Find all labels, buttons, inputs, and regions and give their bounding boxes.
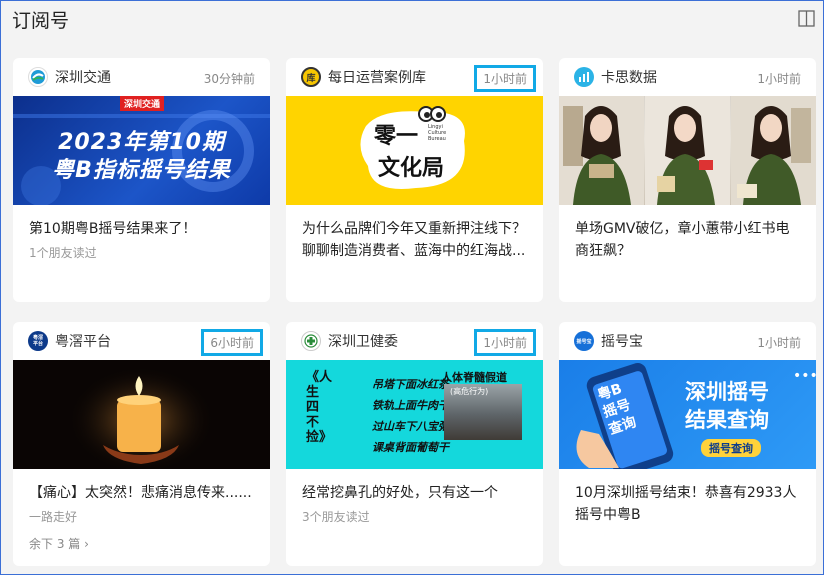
thumb-list-item: 铁轨上面牛肉干	[372, 399, 449, 412]
article-subtitle: 一路走好	[29, 510, 78, 524]
article-card[interactable]: 深圳卫健委 1小时前 《人生四不捡》 吊塔下面冰红茶 铁轨上面牛肉干 过山车下八…	[286, 322, 543, 566]
avatar-text: 粤滘平台	[32, 335, 43, 347]
health-commission-logo-icon	[304, 334, 318, 348]
account-info[interactable]: 摇号宝 摇号宝	[574, 331, 643, 351]
account-info[interactable]: 卡思数据	[574, 67, 657, 87]
article-card[interactable]: 卡思数据 1小时前 单场GMV破亿，章小蕙带小红书电商狂飙？	[559, 58, 816, 302]
thumb-list: 吊塔下面冰红茶 铁轨上面牛肉干 过山车下八宝粥 课桌背面葡萄干	[372, 374, 449, 458]
article-title[interactable]: 经常挖鼻孔的好处，只有这一个	[302, 482, 530, 504]
account-avatar	[574, 67, 594, 87]
article-thumbnail[interactable]: 深圳交通 2023年第10期 粤B指标摇号结果	[13, 96, 270, 205]
thumb-headline-2: 结果查询	[685, 408, 769, 432]
account-info[interactable]: 深圳交通	[28, 67, 111, 87]
thumb-logo-line1: 零一	[374, 124, 419, 149]
friends-read: 3个朋友读过	[302, 510, 370, 524]
article-thumbnail[interactable]: ••• 粤B摇号查询 深圳摇号 结果查询 摇号查询	[559, 360, 816, 469]
article-title[interactable]: 10月深圳摇号结束！恭喜有2933人摇号中粤B	[575, 482, 803, 526]
friends-read: 1个朋友读过	[29, 246, 97, 260]
article-card[interactable]: 粤滘平台 粤滘平台 6小时前 【痛心】太突然！悲痛消息传来...... 一路走好…	[13, 322, 270, 566]
svg-text:•••: •••	[793, 368, 816, 384]
avatar-text: 摇号宝	[576, 338, 592, 345]
thumb-list-item: 过山车下八宝粥	[372, 420, 449, 433]
account-avatar: 摇号宝	[574, 331, 594, 351]
thumb-side-sub: (高危行为)	[450, 387, 489, 396]
thumb-list-item: 课桌背面葡萄干	[372, 441, 449, 454]
account-avatar: 库	[301, 67, 321, 87]
post-time: 6小时前	[201, 329, 263, 356]
post-time: 30分钟前	[203, 72, 255, 86]
bar-chart-icon	[579, 72, 589, 82]
article-thumbnail[interactable]: 零一 文化局 Lingyi Culture Bureau	[286, 96, 543, 205]
candle-image	[66, 365, 216, 469]
post-time: 1小时前	[757, 336, 801, 350]
article-card[interactable]: 摇号宝 摇号宝 1小时前 ••• 粤B摇号查询 深圳摇号 结果查询 摇号查询 1…	[559, 322, 816, 566]
article-title[interactable]: 为什么品牌们今年又重新押注线下？聊聊制造消费者、蓝海中的红海战...	[302, 218, 530, 262]
thumb-side-title: 人体脊髓假道	[441, 371, 507, 384]
thumb-logo-line2: 文化局	[378, 156, 445, 181]
thumb-list-item: 吊塔下面冰红茶	[372, 378, 449, 391]
post-time: 1小时前	[474, 65, 536, 92]
article-thumbnail[interactable]: 《人生四不捡》 吊塔下面冰红茶 铁轨上面牛肉干 过山车下八宝粥 课桌背面葡萄干 …	[286, 360, 543, 469]
thumb-banner: 深圳交通	[120, 96, 165, 111]
thumb-headline-1: 深圳摇号	[685, 380, 769, 404]
article-card[interactable]: 库 每日运营案例库 1小时前 零一 文化局 Lingyi Culture Bur…	[286, 58, 543, 302]
thumb-headline-2: 粤B指标摇号结果	[52, 158, 231, 183]
account-info[interactable]: 粤滘平台 粤滘平台	[28, 331, 111, 351]
thumb-query-button: 摇号查询	[701, 439, 761, 457]
account-avatar	[28, 67, 48, 87]
account-name: 深圳交通	[55, 70, 111, 86]
account-name: 摇号宝	[601, 334, 643, 350]
thumb-vertical-title: 《人生四不捡》	[306, 370, 333, 445]
account-name: 粤滘平台	[55, 334, 111, 350]
article-card[interactable]: 深圳交通 30分钟前 深圳交通 2023年第10期 粤B指标摇号结果 第10期粤…	[13, 58, 270, 302]
article-title[interactable]: 【痛心】太突然！悲痛消息传来......	[29, 482, 257, 504]
account-name: 卡思数据	[601, 70, 657, 86]
livestream-collage-image	[559, 96, 816, 205]
account-avatar: 粤滘平台	[28, 331, 48, 351]
post-time: 1小时前	[757, 72, 801, 86]
sidebar-toggle-icon[interactable]	[798, 10, 815, 27]
panel-title: 订阅号	[12, 10, 70, 32]
article-title[interactable]: 单场GMV破亿，章小蕙带小红书电商狂飙？	[575, 218, 803, 262]
article-title[interactable]: 第10期粤B摇号结果来了！	[29, 218, 257, 240]
account-name: 每日运营案例库	[328, 70, 426, 86]
shenzhen-transport-logo-icon	[31, 70, 45, 84]
thumb-logo-small: Lingyi Culture Bureau	[428, 124, 447, 142]
avatar-text: 库	[306, 73, 316, 84]
panel-header: 订阅号	[1, 1, 823, 39]
account-info[interactable]: 库 每日运营案例库	[301, 67, 426, 87]
article-thumbnail[interactable]	[559, 96, 816, 205]
account-info[interactable]: 深圳卫健委	[301, 331, 398, 351]
post-time: 1小时前	[474, 329, 536, 356]
remaining-articles-link[interactable]: 余下 3 篇 ›	[29, 535, 89, 552]
account-name: 深圳卫健委	[328, 334, 398, 350]
account-avatar	[301, 331, 321, 351]
article-thumbnail[interactable]	[13, 360, 270, 469]
